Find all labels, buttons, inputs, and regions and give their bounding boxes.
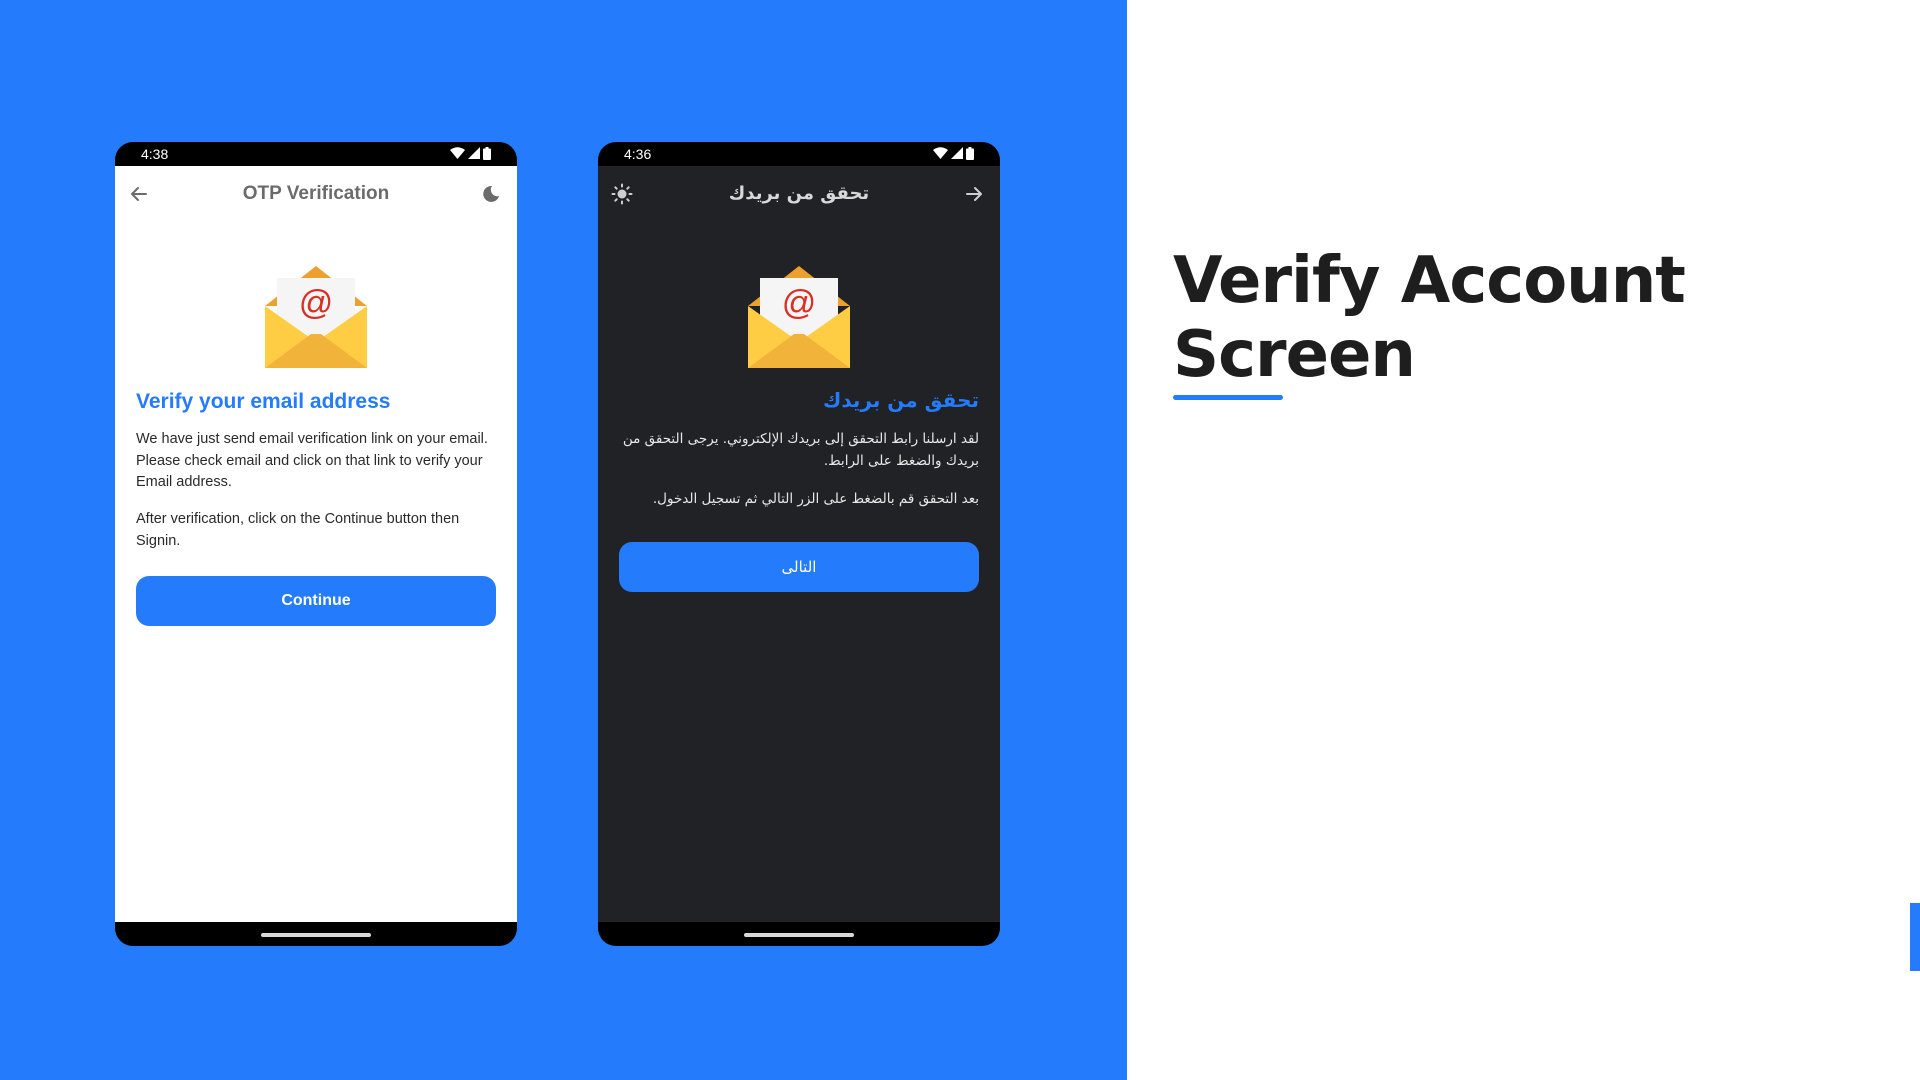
next-button[interactable]: التالى [619,542,979,592]
envelope-icon: @ [748,266,850,368]
headline-underline [1173,395,1283,400]
moon-icon [483,185,499,202]
wifi-icon [450,147,465,159]
verify-heading: تحقق من بريدك [823,388,979,412]
status-icons [933,146,974,160]
signal-icon [951,147,963,159]
battery-icon [966,146,974,160]
back-button[interactable] [125,180,153,208]
status-icons [450,146,491,160]
back-button[interactable] [960,180,988,208]
headline-line-1: Verify Account [1173,244,1686,318]
light-screen: OTP Verification @ Verify your email add… [115,166,517,922]
envelope-icon: @ [265,266,367,368]
status-time: 4:38 [141,146,169,162]
theme-toggle-button[interactable] [477,180,505,208]
light-phone-mockup: 4:38 OTP Verification @ Verify your emai… [115,142,517,946]
edge-accent-tab [1910,903,1920,971]
headline-line-2: Screen [1173,318,1416,392]
instruction-text: لقد ارسلنا رابط التحقق إلى بريدك الإلكتر… [622,431,979,469]
home-indicator[interactable] [261,933,371,937]
page-title: تحقق من بريدك [728,183,870,204]
dark-screen: تحقق من بريدك @ تحقق من بريدك لقد ارسلنا… [598,166,1000,922]
status-time: 4:36 [624,146,652,162]
page-title: OTP Verification [242,183,390,204]
app-bar: OTP Verification [115,166,517,222]
arrow-left-icon [131,187,147,201]
status-bar: 4:36 [598,142,1000,166]
svg-text:@: @ [299,284,334,322]
wifi-icon [933,147,948,159]
continue-button[interactable]: Continue [136,576,496,626]
instruction-text: We have just send email verification lin… [136,431,488,490]
home-indicator[interactable] [744,933,854,937]
slide-headline: Verify Account Screen [1173,244,1686,392]
svg-text:@: @ [782,284,817,322]
theme-toggle-button[interactable] [608,180,636,208]
app-bar: تحقق من بريدك [598,166,1000,222]
battery-icon [483,146,491,160]
sun-icon [611,183,633,205]
signal-icon [468,147,480,159]
arrow-right-icon [966,187,982,201]
status-bar: 4:38 [115,142,517,166]
after-verification-text: بعد التحقق قم بالضغط على الزر التالي ثم … [652,491,979,507]
dark-phone-mockup: 4:36 تحقق من بريدك @ تحقق من بريدك لقد ا… [598,142,1000,946]
verify-heading: Verify your email address [136,390,391,413]
after-verification-text: After verification, click on the Continu… [136,511,460,549]
